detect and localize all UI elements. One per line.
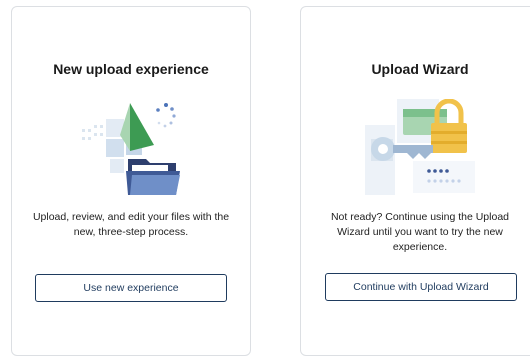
continue-with-upload-wizard-button[interactable]: Continue with Upload Wizard: [325, 273, 517, 301]
card-title-new-upload: New upload experience: [53, 61, 209, 77]
card-description-upload-wizard: Not ready? Continue using the Upload Wiz…: [330, 211, 510, 253]
new-upload-card: New upload experience Upload, review, an…: [11, 6, 251, 356]
use-new-experience-button[interactable]: Use new experience: [35, 274, 227, 302]
key-lock-illustration: [365, 99, 475, 195]
upload-wizard-card: Upload Wizard Not ready? Continue using …: [300, 6, 530, 356]
folder-upload-illustration: [82, 103, 180, 195]
card-title-upload-wizard: Upload Wizard: [371, 61, 469, 77]
card-description-new-upload: Upload, review, and edit your files with…: [32, 211, 230, 238]
